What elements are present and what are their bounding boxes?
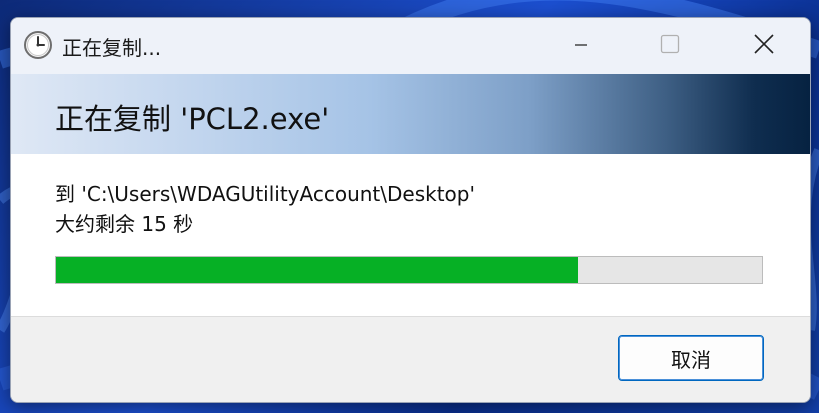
- maximize-button: [647, 18, 693, 74]
- button-bar: 取消: [11, 316, 810, 402]
- header-banner: 正在复制 'PCL2.exe': [11, 74, 810, 154]
- time-remaining-text: 大约剩余 15 秒: [55, 212, 194, 236]
- window-title: 正在复制...: [62, 36, 162, 60]
- copy-progress-dialog: 正在复制... 正在复制 'PCL2.exe' 到 'C:\Users\WDAG…: [10, 17, 811, 403]
- progress-bar: [55, 256, 763, 284]
- progress-fill: [56, 257, 578, 283]
- cancel-button[interactable]: 取消: [618, 335, 764, 381]
- close-icon: [754, 34, 774, 58]
- minimize-button[interactable]: [558, 18, 604, 74]
- close-button[interactable]: [741, 18, 787, 74]
- maximize-icon: [660, 34, 680, 58]
- title-bar[interactable]: 正在复制...: [11, 18, 810, 74]
- copy-heading: 正在复制 'PCL2.exe': [55, 102, 330, 136]
- details-panel: 到 'C:\Users\WDAGUtilityAccount\Desktop' …: [11, 154, 810, 316]
- clock-icon: [23, 30, 53, 60]
- destination-text: 到 'C:\Users\WDAGUtilityAccount\Desktop': [55, 182, 475, 206]
- minimize-icon: [574, 37, 588, 56]
